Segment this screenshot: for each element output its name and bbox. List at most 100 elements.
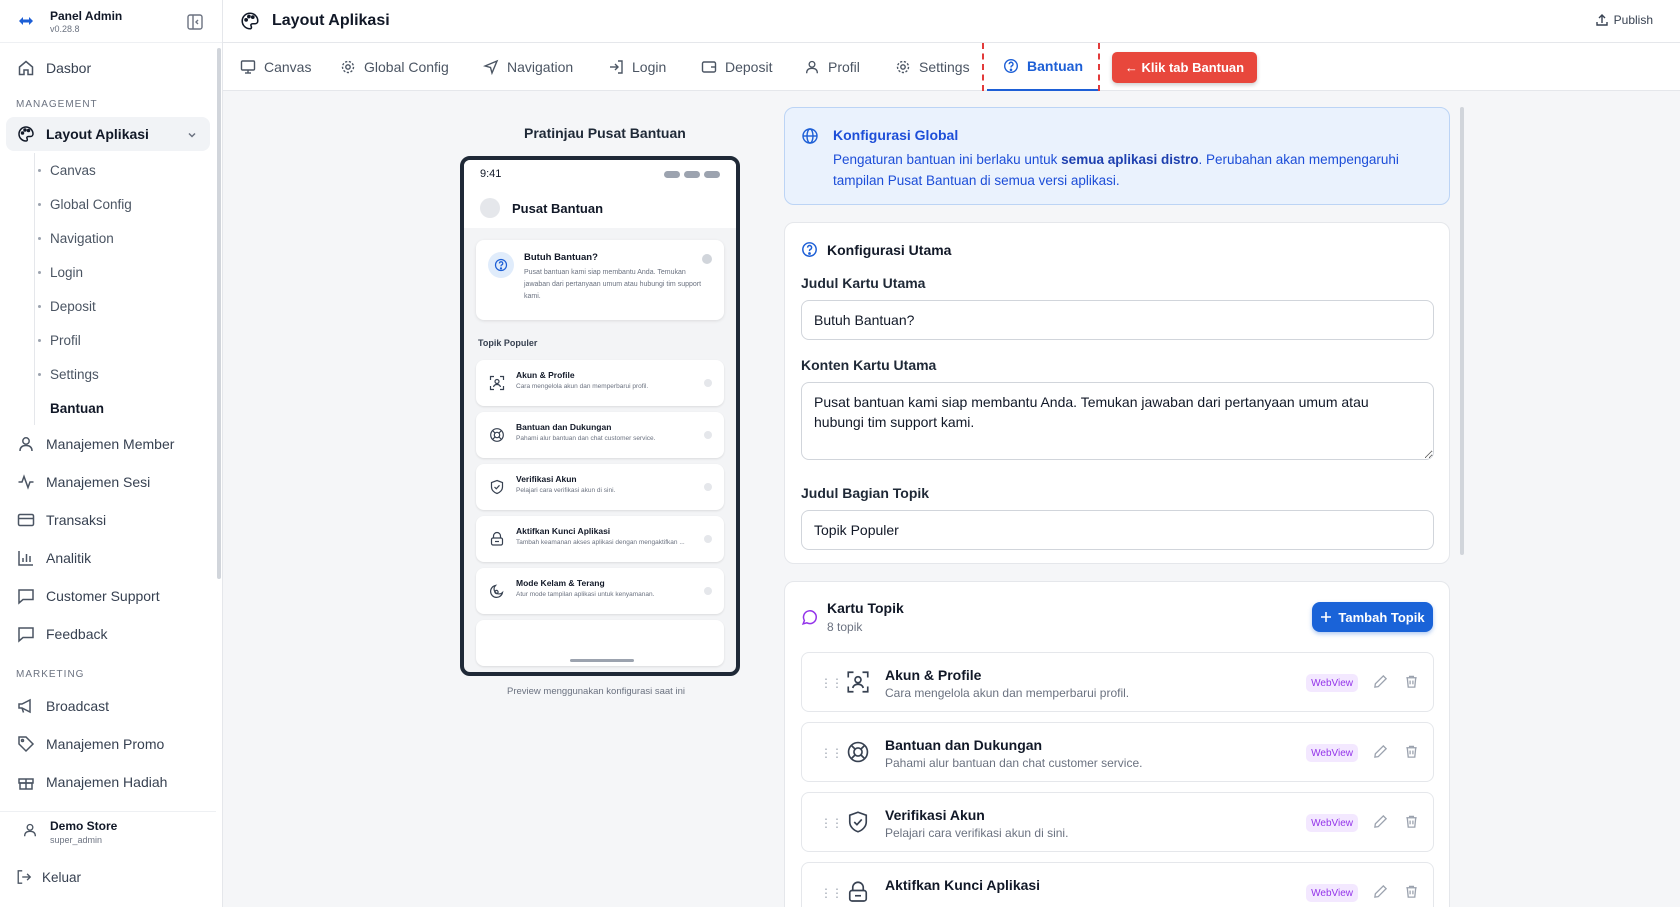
app-title: Panel Admin xyxy=(50,8,123,23)
lock-icon xyxy=(488,530,506,548)
sidebar-item-manajemen-member[interactable]: Manajemen Member xyxy=(0,425,216,463)
topic-row[interactable]: ⋮⋮ Bantuan dan Dukungan Pahami alur bant… xyxy=(801,722,1434,782)
preview-topic-item: Mode Kelam & Terang Atur mode tampilan a… xyxy=(476,568,724,614)
app-logo-icon xyxy=(14,9,38,33)
user-avatar-icon xyxy=(22,822,38,841)
subnav-item-navigation[interactable]: Navigation xyxy=(35,221,216,255)
sidebar: Panel Admin v0.28.8 Dasbor MANAGEMENT La… xyxy=(0,0,223,907)
subnav-item-login[interactable]: Login xyxy=(35,255,216,289)
sidebar-item-label: Transaksi xyxy=(46,512,107,528)
section-title-input[interactable] xyxy=(801,510,1434,550)
sidebar-item-manajemen-hadiah[interactable]: Manajemen Hadiah xyxy=(0,763,216,801)
subnav-label: Deposit xyxy=(50,298,96,314)
edit-pencil-icon[interactable] xyxy=(1373,744,1388,759)
drag-handle-icon[interactable]: ⋮⋮ xyxy=(820,676,843,690)
user-scan-icon xyxy=(488,374,506,392)
topic-row[interactable]: ⋮⋮ Aktifkan Kunci Aplikasi WebView xyxy=(801,862,1434,907)
tab-navigation[interactable]: Navigation xyxy=(483,43,573,91)
preview-topic-title: Aktifkan Kunci Aplikasi xyxy=(516,526,611,536)
sidebar-item-analitik[interactable]: Analitik xyxy=(0,539,216,577)
card-content-textarea[interactable]: Pusat bantuan kami siap membantu Anda. T… xyxy=(801,382,1434,460)
publish-button[interactable]: Publish xyxy=(1595,13,1653,27)
edit-pencil-icon[interactable] xyxy=(1373,674,1388,689)
sidebar-item-dashboard[interactable]: Dasbor xyxy=(0,49,216,87)
trash-icon[interactable] xyxy=(1404,884,1419,899)
subnav-label: Login xyxy=(50,264,84,280)
trash-icon[interactable] xyxy=(1404,744,1419,759)
drag-handle-icon[interactable]: ⋮⋮ xyxy=(820,886,843,900)
globe-icon xyxy=(801,127,819,148)
tab-label: Canvas xyxy=(264,59,312,75)
subnav-label: Profil xyxy=(50,332,81,348)
preview-topic-sub: Tambah keamanan akses aplikasi dengan me… xyxy=(516,539,685,546)
sidebar-item-label: Customer Support xyxy=(46,588,160,604)
upload-icon xyxy=(1595,13,1609,27)
edit-pencil-icon[interactable] xyxy=(1373,884,1388,899)
webview-badge: WebView xyxy=(1306,674,1358,692)
preview-topic-item: Bantuan dan Dukungan Pahami alur bantuan… xyxy=(476,412,724,458)
card-title-input[interactable] xyxy=(801,300,1434,340)
user-profile[interactable]: Demo Store super_admin xyxy=(0,811,216,851)
subnav-label: Global Config xyxy=(50,196,132,212)
card-title-label: Judul Kartu Utama xyxy=(801,275,926,291)
tab-canvas[interactable]: Canvas xyxy=(240,43,311,91)
user-role: super_admin xyxy=(50,834,103,845)
tab-profil[interactable]: Profil xyxy=(804,43,860,91)
subnav-item-global-config[interactable]: Global Config xyxy=(35,187,216,221)
edit-pencil-icon[interactable] xyxy=(1373,814,1388,829)
subnav-item-canvas[interactable]: Canvas xyxy=(35,153,216,187)
sidebar-item-manajemen-promo[interactable]: Manajemen Promo xyxy=(0,725,216,763)
user-icon xyxy=(16,434,36,454)
sidebar-item-broadcast[interactable]: Broadcast xyxy=(0,687,216,725)
trash-icon[interactable] xyxy=(1404,814,1419,829)
topic-row[interactable]: ⋮⋮ Verifikasi Akun Pelajari cara verifik… xyxy=(801,792,1434,852)
shield-check-icon xyxy=(488,478,506,496)
info-text-bold: semua aplikasi distro xyxy=(1061,152,1199,167)
sidebar-scrollbar[interactable] xyxy=(217,48,221,579)
phone-status-bar: 9:41 xyxy=(464,160,736,188)
user-scan-icon xyxy=(844,668,872,696)
message-square-icon xyxy=(16,624,36,644)
life-buoy-icon xyxy=(488,426,506,444)
tab-deposit[interactable]: Deposit xyxy=(701,43,772,91)
subnav-item-deposit[interactable]: Deposit xyxy=(35,289,216,323)
tab-label: Navigation xyxy=(507,59,574,75)
global-config-title: Konfigurasi Global xyxy=(833,127,959,143)
tab-label: Profil xyxy=(828,59,860,75)
tab-login[interactable]: Login xyxy=(608,43,666,91)
main-scrollbar[interactable] xyxy=(1460,107,1464,555)
topic-cards-card: Kartu Topik 8 topik Tambah Topik ⋮⋮ Akun… xyxy=(784,581,1450,907)
sidebar-item-layout-aplikasi[interactable]: Layout Aplikasi xyxy=(6,117,210,151)
layout-subnav: Canvas Global Config Navigation Login De… xyxy=(34,153,216,425)
tab-settings[interactable]: Settings xyxy=(895,43,970,91)
tab-global-config[interactable]: Global Config xyxy=(340,43,449,91)
subnav-label: Bantuan xyxy=(50,400,104,416)
gear-icon xyxy=(895,59,911,75)
main-config-title: Konfigurasi Utama xyxy=(827,241,952,258)
add-topic-button[interactable]: Tambah Topik xyxy=(1312,602,1433,632)
info-text-part: Pengaturan bantuan ini berlaku untuk xyxy=(833,152,1062,167)
sidebar-item-transaksi[interactable]: Transaksi xyxy=(0,501,216,539)
drag-handle-icon[interactable]: ⋮⋮ xyxy=(820,746,843,760)
trash-icon[interactable] xyxy=(1404,674,1419,689)
megaphone-icon xyxy=(16,696,36,716)
topic-cards-header: Kartu Topik 8 topik Tambah Topik xyxy=(801,600,1433,652)
sidebar-item-label: Feedback xyxy=(46,626,108,642)
subnav-item-bantuan[interactable]: Bantuan xyxy=(35,391,216,425)
palette-icon xyxy=(16,124,36,144)
topic-title: Bantuan dan Dukungan xyxy=(885,737,1043,753)
sidebar-item-manajemen-sesi[interactable]: Manajemen Sesi xyxy=(0,463,216,501)
chevron-down-icon xyxy=(186,128,198,144)
topic-row[interactable]: ⋮⋮ Akun & Profile Cara mengelola akun da… xyxy=(801,652,1434,712)
sidebar-collapse-icon[interactable] xyxy=(186,13,204,34)
subnav-item-profil[interactable]: Profil xyxy=(35,323,216,357)
subnav-item-settings[interactable]: Settings xyxy=(35,357,216,391)
logout-button[interactable]: Keluar xyxy=(0,859,216,895)
sidebar-footer: Demo Store super_admin Keluar xyxy=(0,811,216,895)
sidebar-item-customer-support[interactable]: Customer Support xyxy=(0,577,216,615)
subnav-label: Settings xyxy=(50,366,99,382)
topic-title: Verifikasi Akun xyxy=(885,807,985,823)
hint-button[interactable]: ← Klik tab Bantuan xyxy=(1112,52,1257,83)
sidebar-item-feedback[interactable]: Feedback xyxy=(0,615,216,653)
drag-handle-icon[interactable]: ⋮⋮ xyxy=(820,816,843,830)
